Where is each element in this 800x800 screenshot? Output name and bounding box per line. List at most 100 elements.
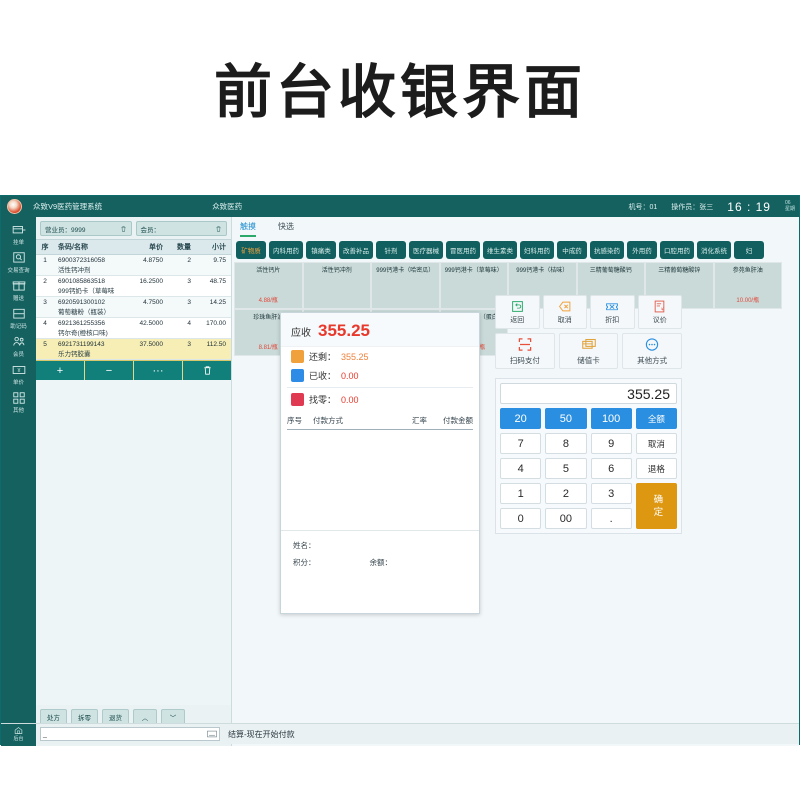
header-name: 条码/名称: [58, 244, 88, 251]
other-methods-button[interactable]: 其他方式: [622, 333, 683, 369]
left-sidebar: 挂单 交易查询 赠送 助记码 会员 ¥ 单价 其他: [1, 217, 36, 746]
discount-button[interactable]: 折扣: [590, 295, 635, 329]
product-name: 999钙港卡（草莓味）: [444, 268, 503, 274]
category-more[interactable]: 妇: [734, 241, 764, 259]
table-row[interactable]: 3 6920591300102 葡萄糖粉（瓶装） 4.7500 3 14.25: [36, 297, 231, 318]
scan-pay-button[interactable]: 扫码支付: [495, 333, 555, 369]
sidebar-item-unit-price[interactable]: ¥ 单价: [1, 360, 36, 388]
category-cold-medicine[interactable]: 冒医用药: [446, 241, 480, 259]
add-item-button[interactable]: +: [36, 361, 85, 380]
key-2[interactable]: 2: [545, 483, 587, 504]
member-field[interactable]: 会员：: [135, 221, 227, 236]
key-5[interactable]: 5: [545, 458, 587, 479]
product-tile[interactable]: 活性钙片 4.88/瓶: [234, 262, 303, 309]
key-7[interactable]: 7: [500, 433, 542, 454]
key-00[interactable]: 00: [545, 508, 587, 529]
svg-text:¥: ¥: [17, 368, 20, 374]
remove-item-button[interactable]: −: [85, 361, 134, 380]
negotiate-price-button[interactable]: ¥ 议价: [637, 295, 682, 329]
table-row[interactable]: 4 6921361255356 钙尔奇(橙核口味) 42.5000 4 170.…: [36, 318, 231, 339]
trash-icon[interactable]: [120, 225, 127, 233]
key-dot[interactable]: .: [590, 508, 632, 529]
cart-action-bar: + − ···: [36, 360, 231, 380]
backend-home-button[interactable]: 后台: [1, 723, 36, 745]
payment-table-header: 序号 付款方式 汇率 付款金额: [287, 415, 473, 430]
sidebar-item-hold-order[interactable]: 挂单: [1, 220, 36, 248]
header-qty: 数量: [177, 244, 191, 251]
key-9[interactable]: 9: [590, 433, 632, 454]
category-chinese-patent[interactable]: 中成药: [557, 241, 587, 259]
cart-table-header: 序 条码/名称 单价 数量 小计: [36, 239, 231, 255]
key-cancel[interactable]: 取消: [635, 433, 677, 454]
product-tile[interactable]: 参苑鱼肝油 10.00/瓶: [713, 262, 782, 309]
quick-amount-20[interactable]: 20: [500, 408, 542, 429]
key-backspace[interactable]: 退格: [635, 458, 677, 479]
tab-quick-select[interactable]: 快选: [278, 221, 294, 237]
scan-input[interactable]: _: [40, 727, 220, 741]
back-button[interactable]: 返回: [495, 295, 540, 329]
sidebar-item-transaction-query[interactable]: 交易查询: [1, 248, 36, 276]
sidebar-item-label: 其他: [12, 408, 24, 414]
key-4[interactable]: 4: [500, 458, 542, 479]
cell-qty: 3: [187, 299, 191, 306]
category-external-use[interactable]: 外用药: [627, 241, 657, 259]
amount-input[interactable]: 355.25: [500, 383, 677, 404]
table-row-selected[interactable]: 5 6921731199143 乐力钙胶囊 37.5000 3 112.50: [36, 339, 231, 360]
cell-name: 6921731199143 乐力钙胶囊: [54, 341, 121, 358]
delete-all-button[interactable]: [183, 361, 231, 380]
cancel-button-label: 取消: [557, 316, 572, 324]
product-tile[interactable]: 999钙港卡（哈密瓜）: [371, 262, 440, 309]
payment-method-row: 扫码支付 储值卡 其他方式: [495, 333, 683, 369]
category-medical-device[interactable]: 医疗器械: [409, 241, 443, 259]
category-injection[interactable]: 针剂: [376, 241, 406, 259]
stored-value-card-button[interactable]: 储值卡: [558, 333, 619, 369]
cell-product-name: 葡萄糖粉（瓶装）: [58, 309, 110, 316]
category-internal-medicine[interactable]: 内科用药: [269, 241, 303, 259]
category-anti-infective[interactable]: 抗感染药: [590, 241, 624, 259]
key-6[interactable]: 6: [590, 458, 632, 479]
main-panel: 触摸 快选 矿物质 内科用药 镇痛类 改善补品 针剂 医疗器械 冒医用药 维生素…: [232, 217, 799, 746]
change-row: 找零： 0.00: [281, 390, 479, 409]
category-gynecology[interactable]: 妇科用药: [520, 241, 554, 259]
payment-actions-panel: 返回 取消 折扣 ¥ 议价 扫码支付 储值卡 其他方式 355.25 20 50…: [495, 295, 683, 605]
yen-icon: [291, 393, 304, 406]
scan-pay-label: 扫码支付: [509, 355, 540, 365]
quick-amount-50[interactable]: 50: [545, 408, 587, 429]
product-name: 三精葡萄糖酸钙: [589, 268, 632, 274]
sidebar-item-other[interactable]: 其他: [1, 388, 36, 416]
category-minerals[interactable]: 矿物质: [236, 241, 266, 259]
cell-qty: 3: [187, 341, 191, 348]
product-price: 4.88/瓶: [258, 298, 278, 304]
clerk-field[interactable]: 营业员：9999: [40, 221, 132, 236]
sidebar-item-mnemonic[interactable]: 助记码: [1, 304, 36, 332]
sidebar-item-member[interactable]: 会员: [1, 332, 36, 360]
sidebar-item-gift[interactable]: 赠送: [1, 276, 36, 304]
table-row[interactable]: 1 6900372316058 活性钙冲剂 4.8750 2 9.75: [36, 255, 231, 276]
category-digestive[interactable]: 消化系统: [697, 241, 731, 259]
more-actions-button[interactable]: ···: [134, 361, 183, 380]
key-1[interactable]: 1: [500, 483, 542, 504]
cash-stack-icon: [291, 369, 304, 382]
remaining-row: 还剩： 355.25: [281, 347, 479, 366]
tab-touch[interactable]: 触摸: [240, 221, 256, 237]
cancel-button[interactable]: 取消: [542, 295, 587, 329]
category-vitamins[interactable]: 维生素类: [483, 241, 517, 259]
search-transaction-icon: [12, 252, 25, 263]
product-tile[interactable]: 活性钙冲剂: [302, 262, 371, 309]
category-oral-care[interactable]: 口腔用药: [660, 241, 694, 259]
quick-amount-full[interactable]: 全额: [635, 408, 677, 429]
trash-icon[interactable]: [215, 225, 222, 233]
key-0[interactable]: 0: [500, 508, 542, 529]
category-supplements[interactable]: 改善补品: [339, 241, 373, 259]
scan-qr-icon: [518, 337, 532, 351]
quick-amount-100[interactable]: 100: [590, 408, 632, 429]
cell-seq: 1: [43, 257, 47, 264]
key-8[interactable]: 8: [545, 433, 587, 454]
received-row: 已收： 0.00: [281, 366, 479, 385]
cell-subtotal: 9.75: [213, 257, 226, 264]
category-analgesic[interactable]: 镇痛类: [306, 241, 336, 259]
discount-button-label: 折扣: [605, 316, 620, 324]
key-confirm[interactable]: 确定: [635, 483, 677, 529]
key-3[interactable]: 3: [590, 483, 632, 504]
table-row[interactable]: 2 6901085863518 999钙奶卡（草莓味 16.2500 3 48.…: [36, 276, 231, 297]
